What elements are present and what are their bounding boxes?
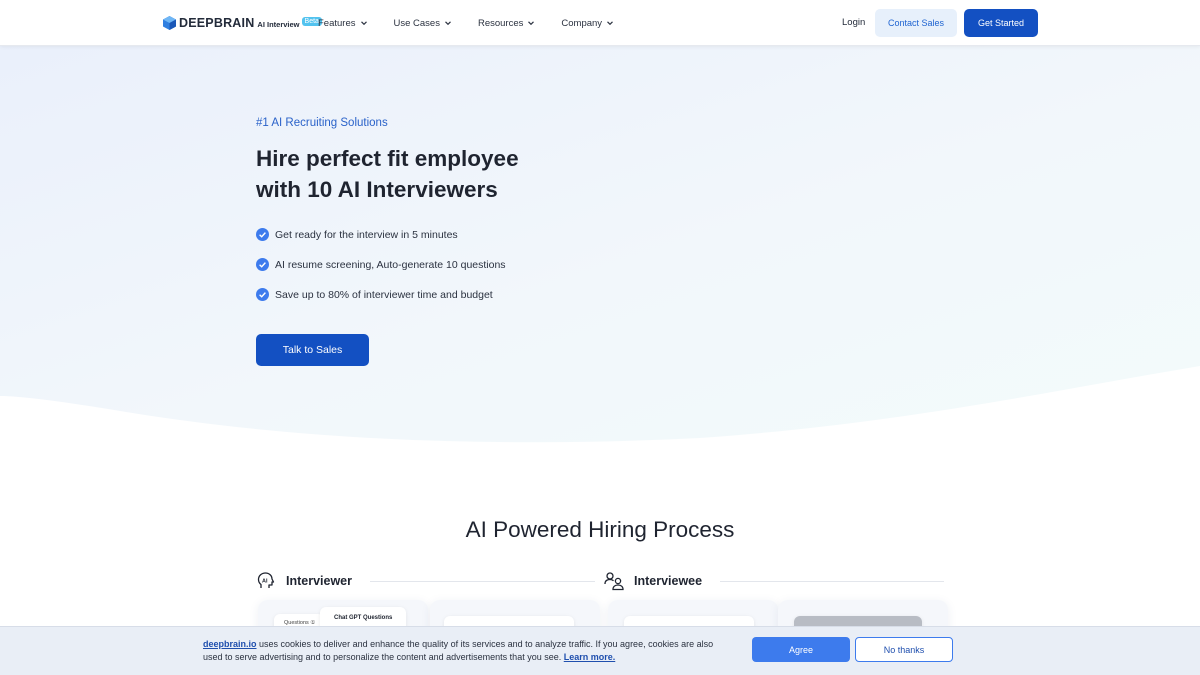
cookie-message: uses cookies to deliver and enhance the …: [203, 639, 714, 662]
check-circle-icon: [256, 258, 269, 271]
cookie-text: deepbrain.io uses cookies to deliver and…: [203, 638, 733, 664]
interviewee-heading: Interviewee: [604, 571, 702, 591]
chevron-down-icon: [528, 21, 535, 26]
login-link[interactable]: Login: [842, 17, 865, 28]
card-title: Chat GPT Questions: [334, 615, 393, 621]
talk-to-sales-button[interactable]: Talk to Sales: [256, 334, 369, 366]
svg-text:AI: AI: [262, 579, 268, 585]
nav-features-label: Features: [318, 17, 356, 29]
contact-sales-button[interactable]: Contact Sales: [875, 9, 957, 37]
hero-bullet-text: Save up to 80% of interviewer time and b…: [275, 288, 493, 301]
nav-company-label: Company: [561, 17, 603, 29]
chevron-down-icon: [445, 21, 451, 26]
section-title: AI Powered Hiring Process: [465, 517, 735, 542]
hero-bullet-text: Get ready for the interview in 5 minutes: [275, 228, 458, 241]
hero-headline-line-1: Hire perfect fit employee: [256, 146, 519, 171]
get-started-button[interactable]: Get Started: [964, 9, 1038, 37]
divider: [370, 581, 595, 582]
nav-features[interactable]: Features: [318, 18, 368, 29]
interviewee-label: Interviewee: [634, 574, 703, 588]
cookie-site-link[interactable]: deepbrain.io: [203, 639, 257, 649]
nav-use-cases-label: Use Cases: [393, 17, 440, 29]
hero-bullet-text: AI resume screening, Auto-generate 10 qu…: [275, 258, 506, 271]
hero-headline: Hire perfect fit employee with 10 AI Int…: [256, 143, 519, 205]
interviewer-heading: AI Interviewer: [256, 571, 352, 591]
agree-button[interactable]: Agree: [752, 637, 850, 662]
hero-background: [0, 46, 1200, 443]
nav-resources-label: Resources: [477, 17, 524, 29]
logo[interactable]: DEEPBRAIN AI Interview Beta: [163, 15, 322, 31]
check-circle-icon: [256, 288, 269, 301]
hero-bullet: Save up to 80% of interviewer time and b…: [256, 288, 493, 301]
logo-subtitle: AI Interview: [257, 19, 300, 29]
nav-use-cases[interactable]: Use Cases: [394, 18, 452, 29]
nav-resources[interactable]: Resources: [478, 18, 535, 29]
no-thanks-button[interactable]: No thanks: [855, 637, 953, 662]
interviewer-label: Interviewer: [286, 574, 353, 588]
hero-bullet: AI resume screening, Auto-generate 10 qu…: [256, 258, 506, 271]
hero-section: [0, 46, 1200, 446]
main-nav: Features Use Cases Resources Company: [318, 0, 640, 46]
hero-headline-line-2: with 10 AI Interviewers: [256, 177, 498, 202]
top-navbar: DEEPBRAIN AI Interview Beta Features Use…: [0, 0, 1200, 46]
learn-more-link[interactable]: Learn more.: [564, 652, 616, 662]
divider: [720, 581, 944, 582]
chevron-down-icon: [360, 21, 367, 26]
chevron-down-icon: [607, 21, 613, 26]
check-circle-icon: [256, 228, 269, 241]
ai-head-icon: AI: [257, 572, 275, 588]
hero-eyebrow: #1 AI Recruiting Solutions: [256, 117, 388, 129]
hero-bullet: Get ready for the interview in 5 minutes: [256, 228, 458, 241]
people-icon: [604, 572, 624, 591]
nav-company[interactable]: Company: [561, 18, 614, 29]
logo-text: DEEPBRAIN: [179, 16, 255, 30]
deepbrain-logo-icon: [163, 16, 176, 30]
